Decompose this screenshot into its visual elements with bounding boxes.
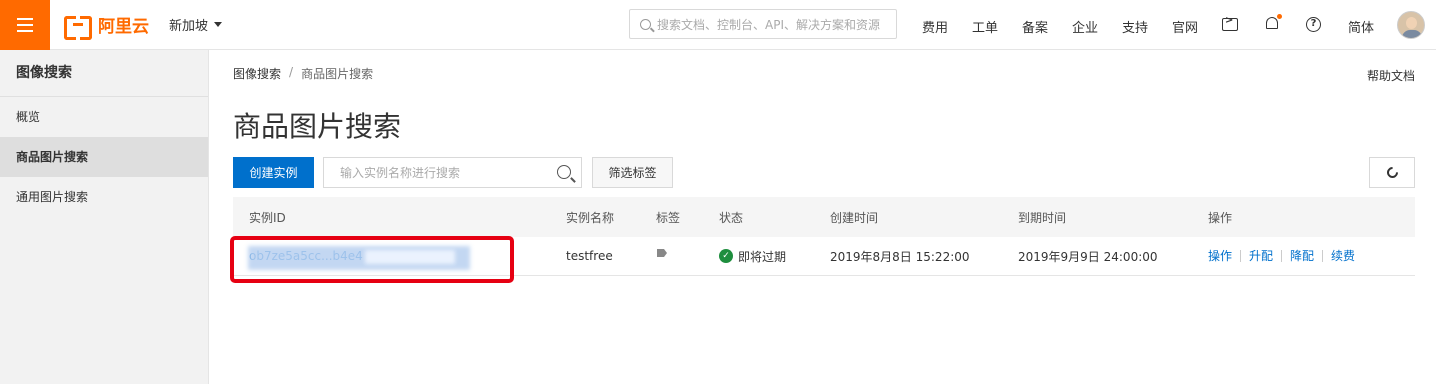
instance-search-placeholder: 输入实例名称进行搜索 <box>340 166 461 180</box>
col-header-status: 状态 <box>719 210 744 225</box>
nav-website[interactable]: 官网 <box>1172 17 1198 36</box>
action-downgrade[interactable]: 降配 <box>1281 250 1322 262</box>
avatar[interactable] <box>1397 11 1425 39</box>
sidebar-item-generic-search[interactable]: 通用图片搜索 <box>0 177 208 217</box>
action-upgrade[interactable]: 升配 <box>1240 250 1281 262</box>
bell-icon[interactable] <box>1266 14 1282 29</box>
highlight-annotation-box <box>230 236 514 283</box>
row-actions: 操作 升配 降配 续费 <box>1208 237 1363 275</box>
col-header-name: 实例名称 <box>566 210 615 225</box>
region-selector[interactable]: 新加坡 <box>169 15 223 34</box>
col-header-tags: 标签 <box>656 210 681 225</box>
instance-name: testfree <box>566 249 613 263</box>
aliyun-logo[interactable]: 阿里云 <box>64 12 149 40</box>
col-header-actions: 操作 <box>1208 210 1233 225</box>
hamburger-menu-icon[interactable] <box>0 0 50 50</box>
help-doc-link[interactable]: 帮助文档 <box>1367 67 1415 84</box>
breadcrumb: 图像搜索 / 商品图片搜索 <box>233 65 373 82</box>
refresh-button[interactable] <box>1369 157 1415 188</box>
search-icon[interactable] <box>557 165 571 179</box>
nav-billing[interactable]: 费用 <box>922 17 948 36</box>
region-label: 新加坡 <box>169 19 209 34</box>
status-text: 即将过期 <box>738 249 787 264</box>
sidebar: 图像搜索 概览 商品图片搜索 通用图片搜索 <box>0 50 209 384</box>
table-header: 实例ID 实例名称 标签 状态 创建时间 到期时间 操作 <box>233 197 1415 237</box>
aliyun-logo-icon <box>64 15 92 40</box>
language-switch[interactable]: 简体 <box>1348 17 1374 36</box>
global-search-placeholder: 搜索文档、控制台、API、解决方案和资源 <box>657 17 880 32</box>
tag-cell[interactable] <box>657 237 667 275</box>
breadcrumb-root[interactable]: 图像搜索 <box>233 65 281 82</box>
logo-text: 阿里云 <box>98 17 149 37</box>
filter-tags-button[interactable]: 筛选标签 <box>592 157 673 188</box>
help-icon[interactable]: ? <box>1306 17 1321 32</box>
check-circle-icon: ✓ <box>719 249 733 263</box>
expire-time: 2019年9月9日 24:00:00 <box>1018 249 1158 264</box>
page-title: 商品图片搜索 <box>233 110 402 143</box>
instance-search-input[interactable]: 输入实例名称进行搜索 <box>323 157 582 188</box>
action-manage[interactable]: 操作 <box>1208 250 1240 262</box>
terminal-icon[interactable] <box>1222 15 1238 31</box>
search-icon <box>640 18 651 30</box>
sidebar-title: 图像搜索 <box>0 50 208 97</box>
global-search-input[interactable]: 搜索文档、控制台、API、解决方案和资源 <box>629 9 897 39</box>
create-instance-button[interactable]: 创建实例 <box>233 157 314 188</box>
created-time: 2019年8月8日 15:22:00 <box>830 249 970 264</box>
col-header-expires: 到期时间 <box>1018 210 1067 225</box>
col-header-created: 创建时间 <box>830 210 879 225</box>
chevron-down-icon <box>214 22 223 27</box>
tag-icon <box>657 249 667 257</box>
action-renew[interactable]: 续费 <box>1322 250 1363 262</box>
breadcrumb-current: 商品图片搜索 <box>301 67 374 81</box>
nav-support[interactable]: 支持 <box>1122 17 1148 36</box>
nav-enterprise[interactable]: 企业 <box>1072 17 1098 36</box>
notification-dot <box>1277 14 1282 19</box>
col-header-id: 实例ID <box>249 210 286 225</box>
nav-tickets[interactable]: 工单 <box>972 17 998 36</box>
breadcrumb-separator: / <box>289 65 294 79</box>
nav-icp[interactable]: 备案 <box>1022 17 1048 36</box>
status-badge: ✓ 即将过期 <box>719 237 786 275</box>
refresh-icon <box>1384 164 1400 181</box>
sidebar-item-overview[interactable]: 概览 <box>0 97 208 137</box>
sidebar-item-product-search[interactable]: 商品图片搜索 <box>0 137 208 177</box>
